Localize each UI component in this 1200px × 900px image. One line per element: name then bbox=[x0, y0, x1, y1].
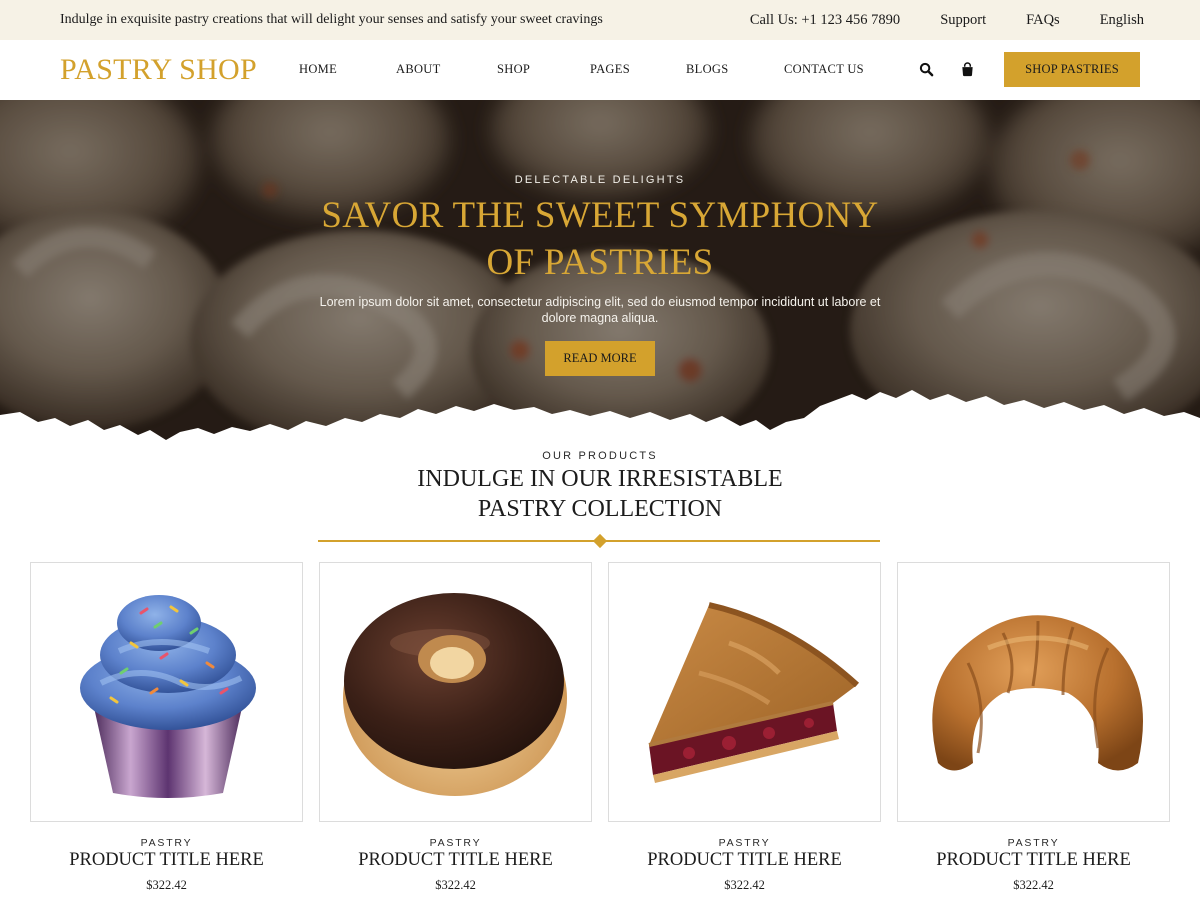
product-price: $322.42 bbox=[435, 878, 476, 892]
search-icon[interactable] bbox=[919, 62, 935, 78]
product-price: $322.42 bbox=[724, 878, 765, 892]
top-bar: Indulge in exquisite pastry creations th… bbox=[0, 0, 1200, 40]
nav-about[interactable]: ABOUT bbox=[396, 62, 441, 77]
product-card[interactable]: PASTRY PRODUCT TITLE HERE $322.42 bbox=[30, 562, 303, 892]
product-price: $322.42 bbox=[146, 878, 187, 892]
hero-title: SAVOR THE SWEET SYMPHONY OF PASTRIES bbox=[321, 195, 879, 283]
hero-description: Lorem ipsum dolor sit amet, consectetur … bbox=[319, 295, 881, 325]
product-card[interactable]: PASTRY PRODUCT TITLE HERE $322.42 bbox=[319, 562, 592, 892]
hero-eyebrow: DELECTABLE DELIGHTS bbox=[514, 174, 686, 186]
shop-pastries-button[interactable]: SHOP PASTRIES bbox=[1004, 52, 1140, 87]
site-logo[interactable]: PASTRY SHOP bbox=[60, 50, 257, 90]
shopping-bag-icon[interactable] bbox=[960, 62, 976, 78]
site-header: PASTRY SHOP HOME ABOUT SHOP PAGES BLOGS … bbox=[0, 40, 1200, 100]
nav-blogs[interactable]: BLOGS bbox=[686, 62, 728, 77]
read-more-button[interactable]: READ MORE bbox=[545, 341, 655, 376]
nav-shop[interactable]: SHOP bbox=[497, 62, 530, 77]
product-title[interactable]: PRODUCT TITLE HERE bbox=[319, 850, 592, 871]
product-title[interactable]: PRODUCT TITLE HERE bbox=[30, 850, 303, 871]
product-category: PASTRY bbox=[140, 837, 193, 849]
cupcake-image bbox=[80, 595, 256, 798]
hero-banner: DELECTABLE DELIGHTS SAVOR THE SWEET SYMP… bbox=[0, 100, 1200, 450]
top-bar-tagline: Indulge in exquisite pastry creations th… bbox=[60, 12, 603, 27]
product-category: PASTRY bbox=[1007, 837, 1060, 849]
nav-pages[interactable]: PAGES bbox=[590, 62, 630, 77]
product-image-frame[interactable] bbox=[30, 562, 303, 822]
divider-diamond-icon bbox=[592, 533, 608, 549]
product-category: PASTRY bbox=[429, 837, 482, 849]
faqs-link[interactable]: FAQs bbox=[1026, 12, 1060, 29]
nav-contact-us[interactable]: CONTACT US bbox=[784, 62, 864, 77]
top-bar-links: Call Us: +1 123 456 7890 Support FAQs En… bbox=[750, 0, 1144, 40]
product-price: $322.42 bbox=[1013, 878, 1054, 892]
section-eyebrow: OUR PRODUCTS bbox=[542, 450, 658, 462]
phone-link[interactable]: Call Us: +1 123 456 7890 bbox=[750, 12, 900, 29]
support-link[interactable]: Support bbox=[940, 12, 986, 29]
nav-home[interactable]: HOME bbox=[299, 62, 337, 77]
product-category: PASTRY bbox=[718, 837, 771, 849]
product-card[interactable]: PASTRY PRODUCT TITLE HERE $322.42 bbox=[897, 562, 1170, 892]
donut-image bbox=[343, 593, 567, 796]
product-title[interactable]: PRODUCT TITLE HERE bbox=[608, 850, 881, 871]
product-image-frame[interactable] bbox=[897, 562, 1170, 822]
language-selector[interactable]: English bbox=[1100, 12, 1144, 29]
product-card[interactable]: PASTRY PRODUCT TITLE HERE $322.42 bbox=[608, 562, 881, 892]
product-title[interactable]: PRODUCT TITLE HERE bbox=[897, 850, 1170, 871]
product-image-frame[interactable] bbox=[608, 562, 881, 822]
croissant-image bbox=[932, 615, 1143, 771]
pie-slice-image bbox=[648, 602, 860, 783]
product-image-frame[interactable] bbox=[319, 562, 592, 822]
section-title: INDULGE IN OUR IRRESISTABLE PASTRY COLLE… bbox=[417, 466, 783, 522]
